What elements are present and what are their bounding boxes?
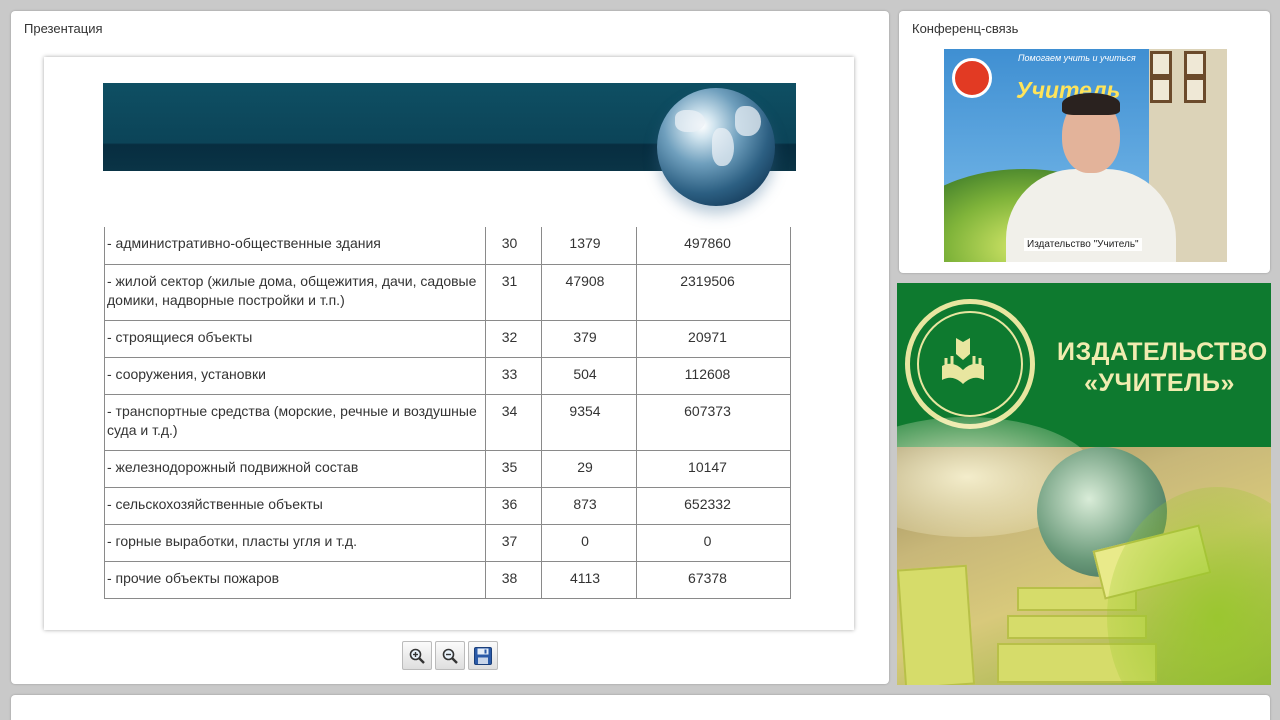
wall-frame bbox=[1184, 51, 1206, 77]
presentation-panel-title: Презентация bbox=[24, 21, 103, 36]
fire-statistics-table: - административно-общественные здания 30 1… bbox=[104, 227, 791, 599]
zoom-out-button[interactable] bbox=[435, 641, 465, 670]
row-count-cell: 504 bbox=[541, 356, 637, 395]
wall-frame bbox=[1150, 51, 1172, 77]
row-code-cell: 35 bbox=[485, 449, 542, 488]
wall-frame bbox=[1184, 77, 1206, 103]
row-code-cell: 32 bbox=[485, 319, 542, 358]
table-row: - транспортные средства (морские, речные… bbox=[104, 393, 791, 451]
row-amount-cell: 607373 bbox=[636, 393, 791, 451]
row-code-cell: 36 bbox=[485, 486, 542, 525]
row-amount-cell: 10147 bbox=[636, 449, 791, 488]
presentation-slide: - административно-общественные здания 30 1… bbox=[44, 57, 854, 630]
floppy-disk-icon bbox=[474, 646, 492, 665]
table-row: - сельскохозяйственные объекты 36 873 65233… bbox=[104, 486, 791, 525]
banner-top-text: Помогаем учить и учиться bbox=[1018, 53, 1136, 63]
publisher-logo-icon bbox=[905, 299, 1035, 429]
wall-frame bbox=[1150, 77, 1172, 103]
conference-panel: Конференц-связь Помогаем учить и учиться… bbox=[899, 11, 1270, 273]
table-row: - железнодорожный подвижной состав 35 29 10… bbox=[104, 449, 791, 488]
row-code-cell: 33 bbox=[485, 356, 542, 395]
brand-panel: ИЗДАТЕЛЬСТВО «УЧИТЕЛЬ» bbox=[897, 283, 1271, 685]
presentation-toolbar bbox=[402, 641, 498, 671]
row-count-cell: 873 bbox=[541, 486, 637, 525]
presentation-panel: Презентация - административно-общественн… bbox=[11, 11, 889, 684]
row-amount-cell: 112608 bbox=[636, 356, 791, 395]
row-count-cell: 9354 bbox=[541, 393, 637, 451]
bottom-panel bbox=[11, 695, 1270, 720]
row-count-cell: 47908 bbox=[541, 263, 637, 321]
row-code-cell: 30 bbox=[485, 227, 542, 265]
participant-name-label: Издательство "Учитель" bbox=[1024, 238, 1142, 251]
speaker-hair bbox=[1062, 93, 1120, 115]
row-name-cell: - сельскохозяйственные объекты bbox=[104, 486, 486, 525]
table-row: - строящиеся объекты 32 379 20971 bbox=[104, 319, 791, 358]
row-name-cell: - строящиеся объекты bbox=[104, 319, 486, 358]
publisher-name-line2: «УЧИТЕЛЬ» bbox=[1084, 369, 1235, 397]
row-amount-cell: 20971 bbox=[636, 319, 791, 358]
row-name-cell: - прочие объекты пожаров bbox=[104, 560, 486, 599]
table-row: - прочие объекты пожаров 38 4113 67378 bbox=[104, 560, 791, 599]
row-code-cell: 38 bbox=[485, 560, 542, 599]
zoom-in-button[interactable] bbox=[402, 641, 432, 670]
save-button[interactable] bbox=[468, 641, 498, 670]
conference-panel-title: Конференц-связь bbox=[912, 21, 1019, 36]
row-count-cell: 4113 bbox=[541, 560, 637, 599]
row-name-cell: - административно-общественные здания bbox=[104, 227, 486, 265]
zoom-out-icon bbox=[442, 648, 458, 664]
row-name-cell: - транспортные средства (морские, речные… bbox=[104, 393, 486, 451]
row-amount-cell: 652332 bbox=[636, 486, 791, 525]
books-globe-illustration bbox=[897, 417, 1271, 685]
row-name-cell: - железнодорожный подвижной состав bbox=[104, 449, 486, 488]
table-row: - жилой сектор (жилые дома, общежития, д… bbox=[104, 263, 791, 321]
table-row: - горные выработки, пласты угля и т.д. 37… bbox=[104, 523, 791, 562]
row-code-cell: 34 bbox=[485, 393, 542, 451]
participant-video[interactable]: Помогаем учить и учиться Учитель Издател… bbox=[944, 49, 1227, 262]
table-row: - административно-общественные здания 30 1… bbox=[104, 227, 791, 265]
publisher-name-line1: ИЗДАТЕЛЬСТВО bbox=[1057, 338, 1268, 366]
row-name-cell: - сооружения, установки bbox=[104, 356, 486, 395]
zoom-in-icon bbox=[409, 648, 425, 664]
row-count-cell: 0 bbox=[541, 523, 637, 562]
row-amount-cell: 67378 bbox=[636, 560, 791, 599]
open-book-icon bbox=[942, 338, 984, 384]
row-amount-cell: 0 bbox=[636, 523, 791, 562]
row-code-cell: 31 bbox=[485, 263, 542, 321]
row-code-cell: 37 bbox=[485, 523, 542, 562]
row-name-cell: - горные выработки, пласты угля и т.д. bbox=[104, 523, 486, 562]
globe-image bbox=[657, 88, 775, 206]
publisher-name: ИЗДАТЕЛЬСТВО «УЧИТЕЛЬ» bbox=[1057, 337, 1268, 399]
table-row: - сооружения, установки 33 504 112608 bbox=[104, 356, 791, 395]
row-count-cell: 1379 bbox=[541, 227, 637, 265]
row-count-cell: 29 bbox=[541, 449, 637, 488]
row-count-cell: 379 bbox=[541, 319, 637, 358]
banner-logo-icon bbox=[952, 58, 992, 98]
row-amount-cell: 2319506 bbox=[636, 263, 791, 321]
row-name-cell: - жилой сектор (жилые дома, общежития, д… bbox=[104, 263, 486, 321]
row-amount-cell: 497860 bbox=[636, 227, 791, 265]
